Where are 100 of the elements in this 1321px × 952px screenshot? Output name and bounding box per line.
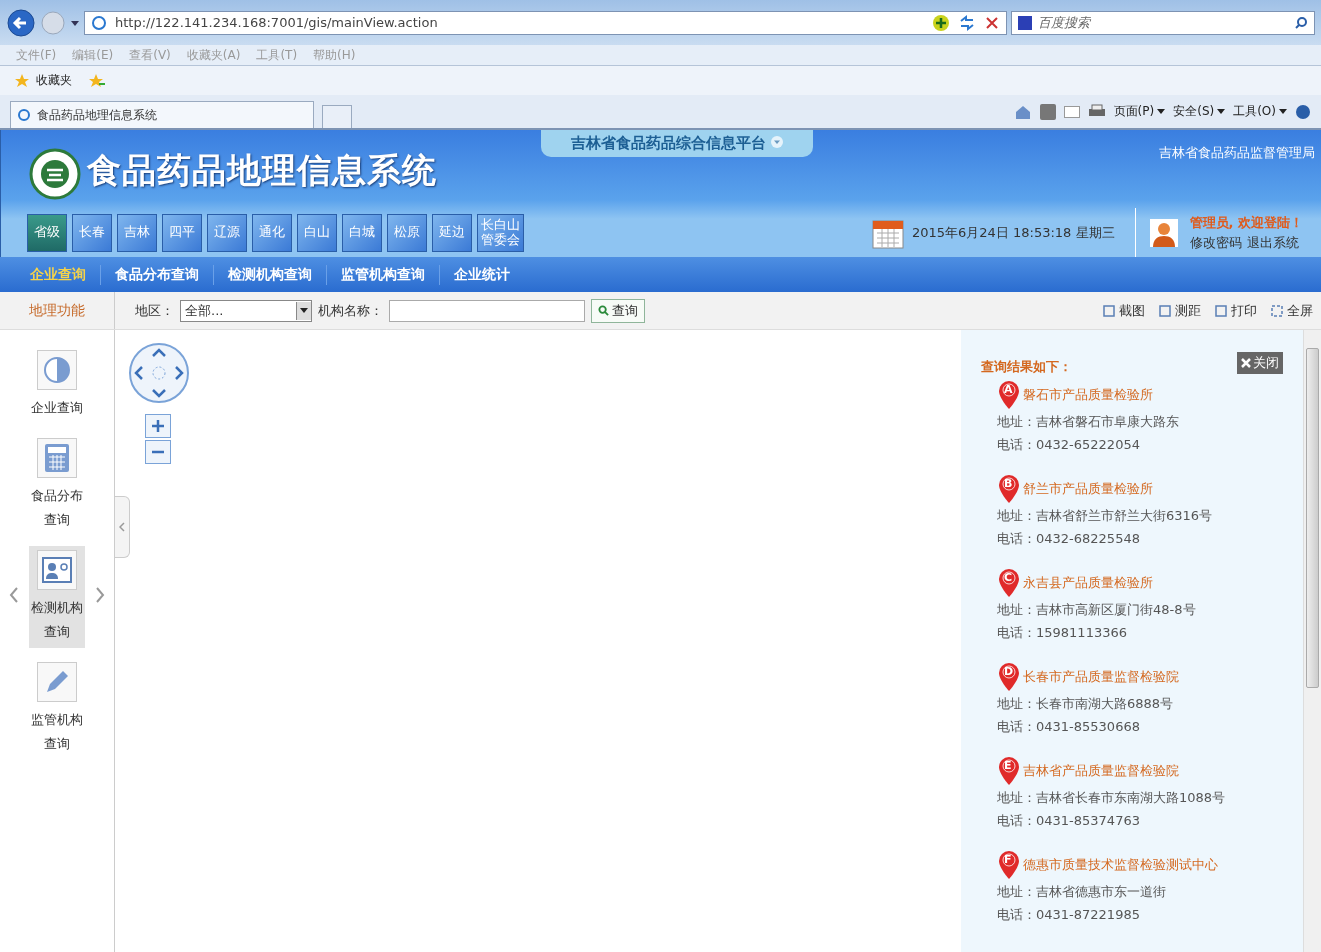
result-link[interactable]: 永吉县产品质量检验所 [1023,574,1153,592]
map-tool-button[interactable]: 测距 [1159,301,1201,320]
add-favorite-icon[interactable] [88,72,106,89]
region-tab[interactable]: 吉林 [117,213,157,252]
pin-letter: C [1004,571,1013,584]
menu-item[interactable]: 文件(F) [16,46,57,64]
back-icon[interactable] [6,7,36,38]
result-link[interactable]: 舒兰市产品质量检验所 [1023,480,1153,498]
map-tool-button[interactable]: 截图 [1103,301,1145,320]
search-icon[interactable] [1294,15,1308,30]
nav-tab[interactable]: 检测机构查询 [220,265,320,284]
map-tool-button[interactable]: 打印 [1215,301,1257,320]
region-tab[interactable]: 省级 [27,213,67,252]
zoom-in-button[interactable] [145,414,171,438]
calculator-icon [44,443,70,473]
map-tool-button[interactable]: 全屏 [1271,301,1313,320]
sidebar-title: 地理功能 [0,292,115,329]
plus-icon [151,419,165,433]
result-phone: 电话：15981113366 [997,624,1128,642]
sidebar-item[interactable]: 食品分布查询 [29,434,85,536]
dropdown-icon[interactable] [70,18,80,27]
name-label: 机构名称： [318,301,383,320]
star-icon[interactable] [14,72,30,89]
result-address: 地址：吉林省舒兰市舒兰大街6316号 [997,507,1214,525]
region-tab[interactable]: 长春 [72,213,112,252]
date-time: 2015年6月24日 18:53:18 星期三 [911,223,1115,242]
result-phone: 电话：0432-68225548 [997,530,1141,548]
account-link[interactable]: 退出系统 [1246,233,1299,252]
close-icon [1241,358,1251,368]
tool-icon [1215,304,1227,317]
pin-letter: F [1004,853,1012,866]
result-link[interactable]: 吉林省产品质量监督检验院 [1023,762,1179,780]
logo-icon [29,148,81,200]
address-bar[interactable]: http://122.141.234.168:7001/gis/mainView.action [84,10,1007,35]
result-address: 地址：吉林省德惠市东一道街 [997,883,1167,901]
sidebar-item[interactable]: 监管机构查询 [29,658,85,760]
refresh-icon[interactable] [958,13,976,32]
command-menu[interactable]: 工具(O) [1233,103,1287,120]
map-pin-icon [997,850,1021,880]
sidebar-item[interactable]: 企业查询 [29,346,85,424]
pan-control-icon[interactable] [128,342,190,404]
result-link[interactable]: 德惠市质量技术监督检验测试中心 [1023,856,1218,874]
scrollbar[interactable] [1303,330,1321,952]
result-address: 地址：吉林省磐石市阜康大路东 [997,413,1180,431]
caret-icon [1279,108,1287,115]
map-pin-icon [997,380,1021,410]
dropdown-icon[interactable] [300,307,308,314]
collapse-handle[interactable] [115,496,130,558]
contact-card-icon [42,557,72,583]
result-address: 地址：长春市南湖大路6888号 [997,695,1175,713]
menu-item[interactable]: 编辑(E) [72,46,114,64]
platform-title-tab[interactable]: 吉林省食品药品综合信息平台 [541,130,814,157]
nav-tab[interactable]: 食品分布查询 [107,265,207,284]
result-phone: 电话：0431-87221985 [997,906,1141,924]
region-tab[interactable]: 通化 [252,213,292,252]
result-phone: 电话：0432-65222054 [997,436,1141,454]
nav-tab[interactable]: 企业统计 [446,265,518,284]
account-link[interactable]: 修改密码 [1189,233,1242,252]
command-menu[interactable]: 安全(S) [1173,103,1226,120]
menu-item[interactable]: 工具(T) [256,46,298,64]
agency-name: 吉林省食品药品监督管理局 [1159,144,1315,162]
close-icon[interactable] [984,14,1000,31]
region-tab[interactable]: 长白山管委会 [477,213,524,252]
search-icon [598,305,609,316]
name-input[interactable] [389,299,585,322]
region-tab[interactable]: 延边 [432,213,472,252]
result-address: 地址：吉林省长春市东南湖大路1088号 [997,789,1227,807]
chevron-right-icon[interactable] [95,586,105,604]
region-tab[interactable]: 四平 [162,213,202,252]
close-button[interactable]: 关闭 [1237,352,1283,374]
favorites-button[interactable]: 收藏夹 [36,72,72,89]
zoom-out-button[interactable] [145,440,171,464]
plus-icon[interactable] [932,13,950,32]
menu-item[interactable]: 帮助(H) [313,46,356,64]
nav-tab[interactable]: 企业查询 [22,265,94,284]
nav-tab[interactable]: 监管机构查询 [333,265,433,284]
browser-tab[interactable]: 食品药品地理信息系统 [10,101,314,128]
caret-icon [1217,108,1226,115]
result-phone: 电话：0431-85374763 [997,812,1141,830]
region-tab[interactable]: 白城 [342,213,382,252]
menu-item[interactable]: 查看(V) [129,46,171,64]
home-icon[interactable] [1013,103,1032,120]
command-menu[interactable]: 页面(P) [1113,103,1166,120]
map-pin-icon [997,756,1021,786]
region-tab[interactable]: 辽源 [207,213,247,252]
search-button[interactable]: 查询 [591,298,645,323]
search-field[interactable]: 百度搜索 [1011,10,1315,35]
chevron-left-icon[interactable] [9,586,19,604]
region-tab[interactable]: 白山 [297,213,337,252]
result-link[interactable]: 磐石市产品质量检验所 [1023,386,1153,404]
result-address: 地址：吉林市高新区厦门街48-8号 [997,601,1197,619]
pie-chart-icon [42,355,72,385]
results-title: 查询结果如下： [981,358,1072,376]
region-select[interactable]: 全部... [180,299,312,322]
region-tab[interactable]: 松原 [387,213,427,252]
pin-letter: D [1004,665,1014,678]
result-link[interactable]: 长春市产品质量监督检验院 [1023,668,1179,686]
new-tab-button[interactable] [322,105,352,128]
pin-letter: A [1004,383,1013,396]
menu-item[interactable]: 收藏夹(A) [186,46,241,64]
